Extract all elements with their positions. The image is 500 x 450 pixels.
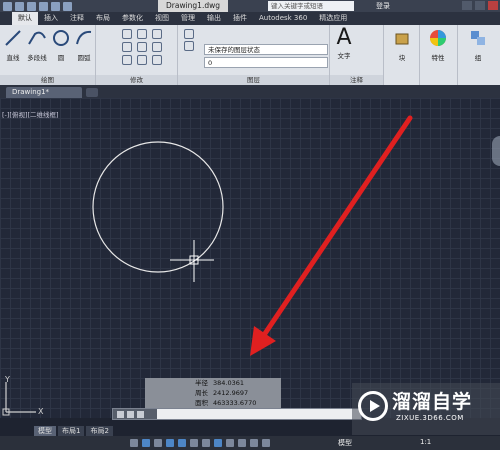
- tab-layout2[interactable]: 布局2: [86, 426, 113, 436]
- area-label: 面积: [195, 399, 208, 407]
- dyn-icon[interactable]: [214, 439, 222, 447]
- selection-cycling-icon[interactable]: [262, 439, 270, 447]
- otrack-icon[interactable]: [190, 439, 198, 447]
- model-space-button[interactable]: 模型: [338, 438, 352, 448]
- svg-text:Y: Y: [4, 375, 10, 384]
- annotation-scale[interactable]: 1:1: [420, 438, 431, 446]
- area-row: 面积 463333.6770: [145, 398, 281, 408]
- recent-commands-icon[interactable]: [137, 410, 144, 418]
- tab-layout1[interactable]: 布局1: [58, 426, 85, 436]
- tab-model[interactable]: 模型: [34, 426, 56, 436]
- snap-icon[interactable]: [130, 439, 138, 447]
- crosshair-cursor: [170, 240, 214, 282]
- transparency-icon[interactable]: [238, 439, 246, 447]
- layout-tabs: 模型 布局1 布局2: [0, 426, 140, 436]
- radius-label: 半径: [195, 379, 208, 387]
- wrench-icon[interactable]: [127, 410, 134, 418]
- command-line-tools: [113, 409, 157, 419]
- quick-properties-icon[interactable]: [250, 439, 258, 447]
- svg-text:X: X: [38, 407, 44, 416]
- close-cmd-icon[interactable]: [117, 410, 124, 418]
- circumference-label: 周长: [195, 389, 208, 397]
- watermark-title: 溜溜自学: [392, 391, 473, 413]
- ortho-icon[interactable]: [154, 439, 162, 447]
- measure-tooltip: 半径 384.0361 周长 2412.9697 面积 463333.6770: [145, 378, 281, 408]
- polar-icon[interactable]: [166, 439, 174, 447]
- lineweight-icon[interactable]: [226, 439, 234, 447]
- watermark: 溜溜自学 ZIXUE.3D66.COM: [352, 383, 500, 435]
- ucs-icon: Y X: [2, 375, 44, 416]
- ducs-icon[interactable]: [202, 439, 210, 447]
- osnap-icon[interactable]: [178, 439, 186, 447]
- radius-value: 384.0361: [213, 379, 245, 387]
- red-arrow: [250, 115, 413, 356]
- grid-icon[interactable]: [142, 439, 150, 447]
- circumference-row: 周长 2412.9697: [145, 388, 281, 398]
- watermark-subtitle: ZIXUE.3D66.COM: [396, 414, 464, 422]
- circumference-value: 2412.9697: [213, 389, 249, 397]
- area-value: 463333.6770: [213, 399, 257, 407]
- command-line[interactable]: [112, 408, 362, 420]
- watermark-logo: [358, 391, 388, 421]
- drawn-circle[interactable]: [92, 141, 224, 273]
- radius-row: 半径 384.0361: [145, 378, 281, 388]
